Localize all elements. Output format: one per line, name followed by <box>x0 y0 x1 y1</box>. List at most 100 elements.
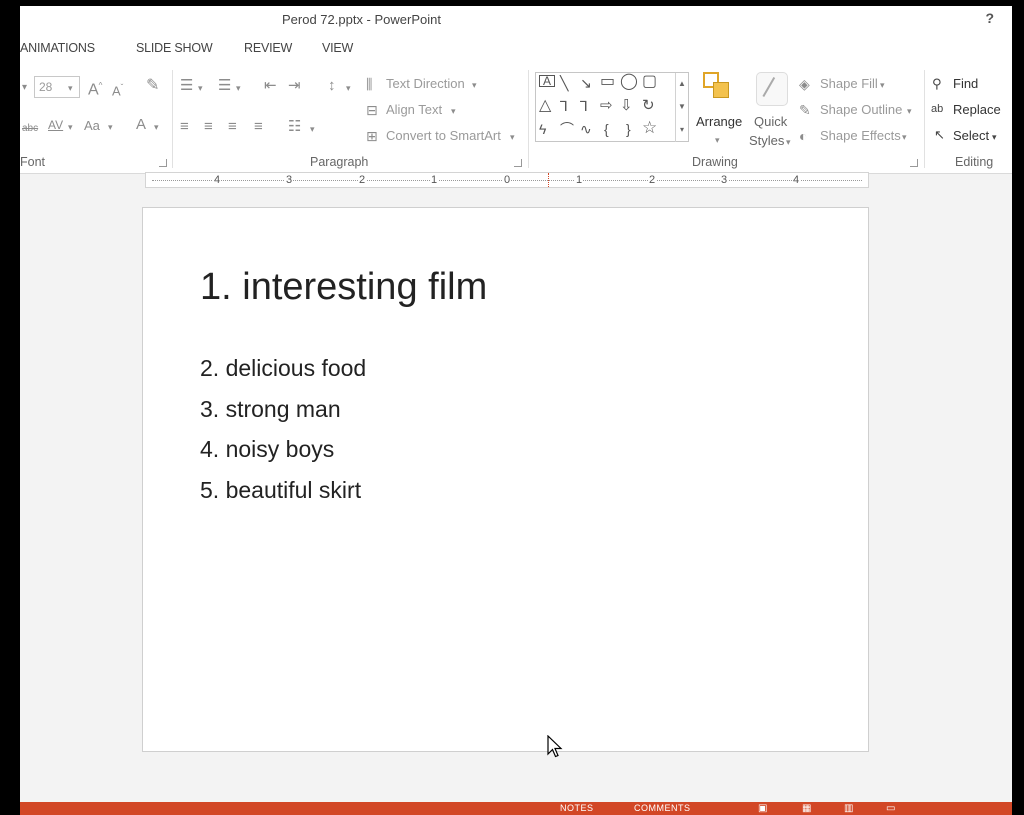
chevron-down-icon[interactable]: ▾ <box>346 80 351 96</box>
bullets-icon[interactable]: ☰ <box>180 78 193 94</box>
chevron-down-icon[interactable]: ▾ <box>451 103 456 119</box>
slide-sorter-icon[interactable]: ▦ <box>802 803 812 814</box>
left-brace-shape-icon[interactable]: { <box>604 121 609 137</box>
arrange-icon[interactable] <box>703 72 735 104</box>
ruler-label: 2 <box>358 174 367 186</box>
chevron-down-icon[interactable]: ▾ <box>510 129 515 145</box>
change-case-icon[interactable]: Aa <box>84 118 100 134</box>
arrange-button[interactable]: Arrange <box>696 114 742 129</box>
rounded-rectangle-shape-icon[interactable]: ▢ <box>642 74 657 90</box>
align-right-icon[interactable]: ≡ <box>228 119 237 135</box>
select-button[interactable]: Select <box>953 128 989 143</box>
align-left-icon[interactable]: ≡ <box>180 119 189 135</box>
freeform-shape-icon[interactable]: ϟ <box>539 121 546 137</box>
flowchart-shape-icon[interactable]: ↻ <box>642 98 655 114</box>
chevron-down-icon[interactable]: ▾ <box>154 119 159 135</box>
convert-to-smartart-button[interactable]: Convert to SmartArt <box>386 128 501 143</box>
down-arrow-shape-icon[interactable]: ⇩ <box>620 98 633 114</box>
decrease-indent-icon[interactable]: ⇤ <box>264 78 277 94</box>
clear-formatting-icon[interactable]: ✎ <box>146 78 159 94</box>
columns-icon[interactable]: ☷ <box>288 119 301 135</box>
right-arrow-shape-icon[interactable]: ⇨ <box>600 98 613 114</box>
elbow-arrow-shape-icon[interactable]: ⅂ <box>580 98 588 114</box>
right-brace-shape-icon[interactable]: } <box>626 121 631 137</box>
horizontal-ruler[interactable]: 4 3 2 1 0 1 2 3 4 <box>145 172 869 188</box>
shape-fill-button[interactable]: Shape Fill <box>820 76 878 91</box>
tab-view[interactable]: VIEW <box>322 41 353 55</box>
chevron-down-icon[interactable]: ▾ <box>198 80 203 96</box>
rectangle-shape-icon[interactable]: ▭ <box>600 74 615 90</box>
normal-view-icon[interactable]: ▣ <box>758 803 768 814</box>
slide-list-item[interactable]: 3. strong man <box>200 396 341 423</box>
slide-title[interactable]: 1. interesting film <box>200 266 487 309</box>
chevron-down-icon[interactable]: ▾ <box>880 77 885 93</box>
help-button[interactable]: ? <box>985 10 994 26</box>
slideshow-view-icon[interactable]: ▭ <box>886 803 896 814</box>
ruler-label: 1 <box>575 174 584 186</box>
font-size-combobox[interactable]: 28 ▾ <box>34 76 80 98</box>
shape-effects-icon[interactable]: ◐ <box>799 128 807 144</box>
align-text-button[interactable]: Align Text <box>386 102 442 117</box>
shape-outline-icon[interactable]: ✎ <box>799 102 811 118</box>
arrow-line-shape-icon[interactable]: ↘ <box>580 75 592 91</box>
curve-shape-icon[interactable]: ∿ <box>580 121 592 137</box>
slide-list-item[interactable]: 2. delicious food <box>200 355 366 382</box>
strikethrough-icon[interactable]: abc <box>22 121 38 137</box>
line-shape-icon[interactable]: ╲ <box>560 75 568 91</box>
oval-shape-icon[interactable]: ◯ <box>620 74 638 90</box>
slide-canvas[interactable]: 1. interesting film 2. delicious food 3.… <box>142 207 869 752</box>
numbering-icon[interactable]: ☰ <box>218 78 231 94</box>
reading-view-icon[interactable]: ▥ <box>844 803 854 814</box>
tab-animations[interactable]: ANIMATIONS <box>20 41 95 55</box>
shapes-gallery[interactable]: A ╲ ↘ ▭ ◯ ▢ △ ⅂ ⅂ ⇨ ⇩ ↻ ϟ ⌒ ∿ { } ☆ ▲ ▼ … <box>535 72 689 142</box>
line-spacing-icon[interactable]: ↕ <box>328 78 336 94</box>
notes-button[interactable]: NOTES <box>560 803 594 813</box>
arc-shape-icon[interactable]: ⌒ <box>560 121 574 137</box>
chevron-down-icon[interactable]: ▾ <box>108 119 113 135</box>
comments-button[interactable]: COMMENTS <box>634 803 691 813</box>
chevron-down-icon[interactable]: ▾ <box>992 129 997 145</box>
increase-indent-icon[interactable]: ⇥ <box>288 78 301 94</box>
chevron-down-icon[interactable]: ▾ <box>310 121 315 137</box>
justify-icon[interactable]: ≡ <box>254 119 263 135</box>
font-name-dropdown-arrow-icon[interactable]: ▾ <box>22 80 27 96</box>
text-direction-button[interactable]: Text Direction <box>386 76 465 91</box>
quick-styles-label-2[interactable]: Styles <box>749 133 784 148</box>
slide-list-item[interactable]: 5. beautiful skirt <box>200 477 361 504</box>
tab-review[interactable]: REVIEW <box>244 41 292 55</box>
chevron-down-icon[interactable]: ▾ <box>715 132 720 148</box>
smartart-icon[interactable]: ⊞ <box>366 128 378 144</box>
shrink-font-icon[interactable]: Aˇ <box>112 80 123 99</box>
shape-effects-button[interactable]: Shape Effects <box>820 128 901 143</box>
chevron-down-icon[interactable]: ▾ <box>236 80 241 96</box>
font-color-icon[interactable]: A <box>136 117 146 133</box>
gallery-scroll-up-icon[interactable]: ▲ <box>675 73 688 96</box>
shape-outline-button[interactable]: Shape Outline <box>820 102 902 117</box>
slide-list-item[interactable]: 4. noisy boys <box>200 436 334 463</box>
font-dialog-launcher-icon[interactable] <box>159 159 167 167</box>
chevron-down-icon[interactable]: ▾ <box>786 134 791 150</box>
quick-styles-label-1[interactable]: Quick <box>754 114 787 129</box>
text-box-shape-icon[interactable]: A <box>539 75 555 87</box>
replace-button[interactable]: Replace <box>953 102 1001 117</box>
character-spacing-icon[interactable]: AV <box>48 117 63 133</box>
tab-slide-show[interactable]: SLIDE SHOW <box>136 41 213 55</box>
quick-styles-icon[interactable] <box>756 72 788 106</box>
gallery-more-icon[interactable]: ▾ <box>675 119 688 142</box>
chevron-down-icon[interactable]: ▾ <box>472 77 477 93</box>
gallery-scroll-down-icon[interactable]: ▼ <box>675 96 688 119</box>
text-direction-icon[interactable]: ⫼ <box>366 76 372 92</box>
elbow-connector-shape-icon[interactable]: ⅂ <box>560 98 568 114</box>
chevron-down-icon[interactable]: ▾ <box>902 129 907 145</box>
align-text-icon[interactable]: ⊟ <box>366 102 378 118</box>
star-shape-icon[interactable]: ☆ <box>642 119 657 136</box>
chevron-down-icon[interactable]: ▾ <box>907 103 912 119</box>
find-button[interactable]: Find <box>953 76 978 91</box>
drawing-dialog-launcher-icon[interactable] <box>910 159 918 167</box>
paragraph-dialog-launcher-icon[interactable] <box>514 159 522 167</box>
grow-font-icon[interactable]: A^ <box>88 78 102 98</box>
triangle-shape-icon[interactable]: △ <box>539 98 551 114</box>
shape-fill-icon[interactable]: ◈ <box>799 76 810 92</box>
chevron-down-icon[interactable]: ▾ <box>68 119 73 135</box>
align-center-icon[interactable]: ≡ <box>204 119 213 135</box>
